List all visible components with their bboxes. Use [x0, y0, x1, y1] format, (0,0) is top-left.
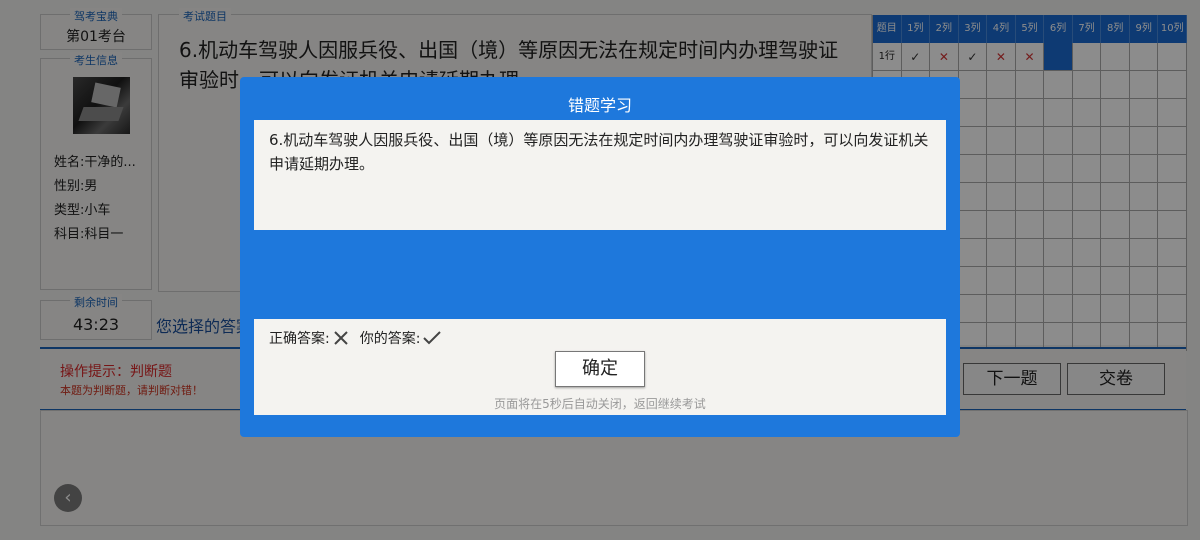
check-icon	[422, 329, 442, 347]
modal-title: 错题学习	[567, 96, 632, 115]
correct-answer-label: 正确答案:	[269, 331, 330, 347]
answer-comparison: 正确答案: 你的答案:	[269, 328, 452, 348]
modal-question-box: 6.机动车驾驶人因服兵役、出国（境）等原因无法在规定时间内办理驾驶证审验时，可以…	[254, 120, 946, 230]
confirm-button[interactable]: 确定	[555, 351, 645, 387]
modal-answer-box: 正确答案: 你的答案: 确定 页面将在5秒后自动关闭，返回继续考试	[254, 319, 946, 415]
modal-question-text: 6.机动车驾驶人因服兵役、出国（境）等原因无法在规定时间内办理驾驶证审验时，可以…	[269, 131, 929, 173]
your-answer-label: 你的答案:	[359, 331, 421, 347]
cross-icon	[332, 329, 350, 347]
auto-close-notice: 页面将在5秒后自动关闭，返回继续考试	[494, 397, 706, 411]
wrong-question-modal: 错题学习 6.机动车驾驶人因服兵役、出国（境）等原因无法在规定时间内办理驾驶证审…	[240, 77, 960, 437]
